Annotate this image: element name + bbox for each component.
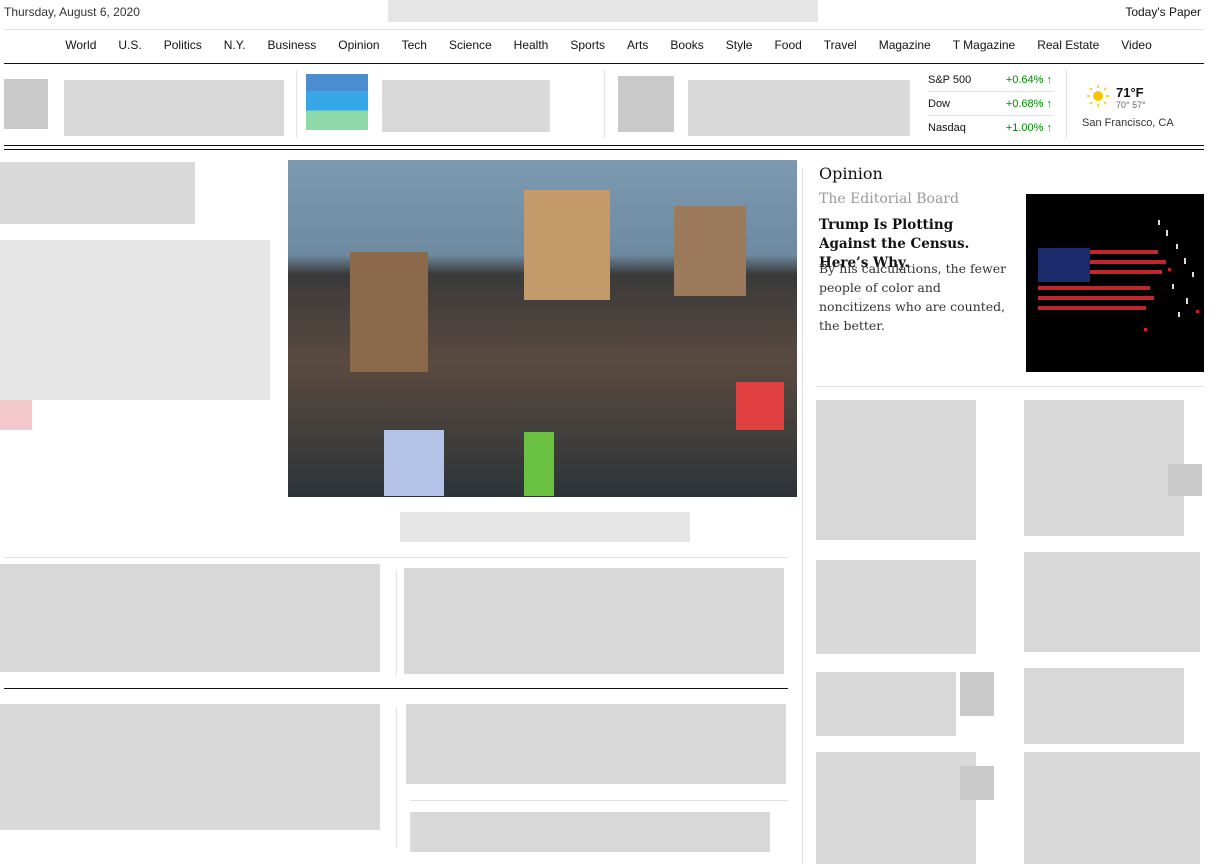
nav-politics[interactable]: Politics: [153, 38, 213, 52]
opinion-thumb[interactable]: [1168, 464, 1202, 496]
briefing-thumb[interactable]: [306, 74, 368, 130]
nav-video[interactable]: Video: [1110, 38, 1162, 52]
opinion-story[interactable]: [816, 752, 976, 864]
divider: [410, 800, 788, 801]
market-value: +1.00% ↑: [1005, 122, 1053, 134]
column-divider: [802, 168, 803, 864]
opinion-thumb[interactable]: [960, 766, 994, 800]
nav-arts[interactable]: Arts: [616, 38, 659, 52]
briefing-thumb[interactable]: [618, 76, 674, 132]
opinion-story[interactable]: [816, 560, 976, 654]
flag-icon: [1038, 220, 1199, 331]
nav-ny[interactable]: N.Y.: [213, 38, 257, 52]
opinion-summary: By his calculations, the fewer people of…: [819, 261, 1007, 333]
market-value: +0.64% ↑: [1005, 74, 1053, 86]
divider: [1066, 70, 1067, 138]
briefing-thumb[interactable]: [4, 79, 48, 129]
market-name: S&P 500: [928, 74, 972, 86]
nav-world[interactable]: World: [54, 38, 107, 52]
story-block[interactable]: [0, 704, 380, 830]
weather-temp[interactable]: 71°F: [1116, 85, 1144, 100]
market-dow[interactable]: Dow +0.68% ↑: [928, 98, 1052, 110]
weather-range: 70° 57°: [1116, 100, 1146, 110]
opinion-author[interactable]: The Editorial Board: [819, 191, 959, 207]
lead-photo[interactable]: [288, 160, 797, 497]
market-value: +0.68% ↑: [1005, 98, 1053, 110]
opinion-story[interactable]: [1024, 552, 1200, 652]
briefing-text[interactable]: [382, 80, 550, 132]
divider: [928, 91, 1054, 92]
nav-real-estate[interactable]: Real Estate: [1026, 38, 1110, 52]
section-rule: [4, 149, 1204, 150]
nav-tech[interactable]: Tech: [391, 38, 438, 52]
nav-style[interactable]: Style: [715, 38, 764, 52]
masthead-logo[interactable]: [388, 0, 818, 22]
lead-summary: [0, 240, 270, 400]
up-arrow-icon: ↑: [1046, 74, 1053, 86]
todays-paper-link[interactable]: Today's Paper: [1125, 5, 1201, 19]
market-name: Dow: [928, 98, 951, 110]
section-rule: [4, 145, 1204, 146]
sun-icon: [1087, 85, 1109, 107]
divider: [604, 70, 605, 138]
up-arrow-icon: ↑: [1046, 122, 1053, 134]
opinion-label[interactable]: Opinion: [819, 164, 883, 183]
opinion-story[interactable]: [816, 400, 976, 540]
opinion-story[interactable]: [1024, 752, 1200, 864]
briefing-text[interactable]: [688, 80, 910, 136]
nav-divider: [4, 63, 1204, 64]
up-arrow-icon: ↑: [1046, 98, 1053, 110]
opinion-story[interactable]: [816, 672, 956, 736]
nav-books[interactable]: Books: [659, 38, 714, 52]
divider: [928, 115, 1054, 116]
market-name: Nasdaq: [928, 122, 966, 134]
nav-health[interactable]: Health: [503, 38, 560, 52]
divider: [4, 557, 788, 558]
nav-us[interactable]: U.S.: [107, 38, 152, 52]
nav-t-magazine[interactable]: T Magazine: [942, 38, 1026, 52]
market-sp500[interactable]: S&P 500 +0.64% ↑: [928, 74, 1052, 86]
story-block[interactable]: [0, 564, 380, 672]
opinion-story[interactable]: [1024, 400, 1184, 536]
section-nav: World U.S. Politics N.Y. Business Opinio…: [0, 38, 1217, 52]
opinion-thumb[interactable]: [960, 672, 994, 716]
story-block[interactable]: [404, 568, 784, 674]
top-divider: [4, 29, 1204, 30]
opinion-story[interactable]: [1024, 668, 1184, 744]
date: Thursday, August 6, 2020: [4, 5, 140, 19]
nav-food[interactable]: Food: [763, 38, 812, 52]
story-block[interactable]: [410, 812, 770, 852]
divider: [816, 386, 1204, 387]
nav-magazine[interactable]: Magazine: [868, 38, 942, 52]
market-nasdaq[interactable]: Nasdaq +1.00% ↑: [928, 122, 1052, 134]
divider: [396, 570, 397, 675]
briefing-text[interactable]: [64, 80, 284, 136]
nav-sports[interactable]: Sports: [559, 38, 616, 52]
census-flag-illustration[interactable]: [1026, 194, 1204, 372]
divider: [396, 708, 397, 848]
nav-opinion[interactable]: Opinion: [327, 38, 390, 52]
section-rule: [4, 688, 788, 689]
live-badge: [0, 400, 32, 430]
divider: [296, 70, 297, 138]
story-block[interactable]: [406, 704, 786, 784]
nav-business[interactable]: Business: [257, 38, 328, 52]
weather-city[interactable]: San Francisco, CA: [1082, 117, 1174, 129]
photo-caption: [400, 512, 690, 542]
nav-travel[interactable]: Travel: [813, 38, 868, 52]
nav-science[interactable]: Science: [438, 38, 503, 52]
lead-headline[interactable]: [0, 162, 195, 224]
